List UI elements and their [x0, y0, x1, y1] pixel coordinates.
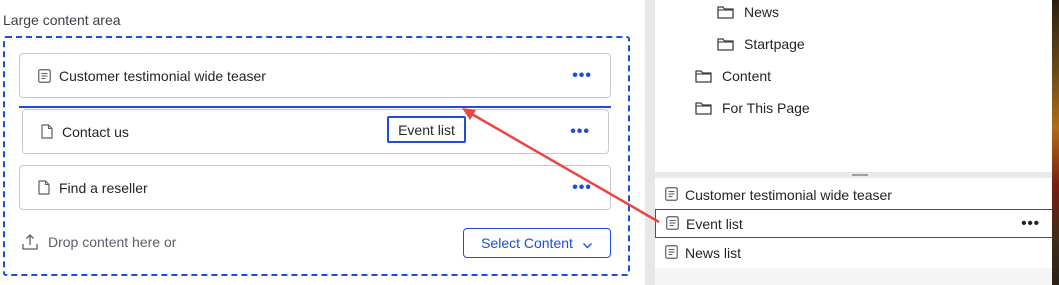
folder-tree: News Startpage Content For This Page: [655, 0, 1053, 172]
asset-item-label: Event list: [686, 215, 743, 232]
drag-preview-chip: Event list: [387, 116, 466, 143]
content-block-find-a-reseller[interactable]: Find a reseller •••: [19, 165, 611, 210]
vertical-splitter[interactable]: [645, 0, 655, 285]
drop-position-indicator: [19, 106, 611, 108]
tree-item-startpage[interactable]: Startpage: [717, 36, 805, 52]
tree-item-label: Startpage: [744, 36, 805, 52]
tree-item-for-this-page[interactable]: For This Page: [695, 100, 810, 116]
page-icon: [37, 180, 51, 196]
folder-icon: [717, 5, 734, 19]
content-block-label: Customer testimonial wide teaser: [59, 67, 266, 84]
chevron-down-icon: [582, 238, 593, 249]
asset-item-news-list[interactable]: News list: [655, 238, 1053, 267]
block-icon: [666, 216, 680, 231]
background-edge: [1052, 0, 1059, 285]
more-options-icon[interactable]: •••: [570, 123, 590, 141]
more-options-icon[interactable]: •••: [1021, 215, 1040, 232]
splitter-grip-icon: [852, 174, 868, 176]
tree-item-content[interactable]: Content: [695, 68, 771, 84]
folder-icon: [695, 101, 712, 115]
folder-icon: [717, 37, 734, 51]
more-options-icon[interactable]: •••: [572, 67, 592, 85]
upload-icon: [21, 233, 39, 251]
select-content-button[interactable]: Select Content: [463, 228, 611, 258]
block-icon: [665, 187, 679, 202]
assets-pane: News Startpage Content For This Page Cus…: [655, 0, 1059, 285]
content-block-label: Find a reseller: [59, 179, 148, 196]
asset-item-customer-testimonial[interactable]: Customer testimonial wide teaser: [655, 180, 1053, 209]
asset-item-label: Customer testimonial wide teaser: [685, 186, 892, 203]
more-options-icon[interactable]: •••: [572, 179, 592, 197]
block-icon: [37, 68, 51, 84]
content-block-label: Contact us: [62, 123, 129, 140]
content-block-customer-testimonial[interactable]: Customer testimonial wide teaser •••: [19, 53, 611, 98]
tree-item-news[interactable]: News: [717, 4, 779, 20]
folder-icon: [695, 69, 712, 83]
drop-hint-text: Drop content here or: [48, 234, 177, 250]
content-area-title: Large content area: [3, 12, 121, 28]
tree-item-label: Content: [722, 68, 772, 84]
select-content-label: Select Content: [481, 235, 573, 251]
asset-item-label: News list: [685, 244, 742, 261]
block-icon: [665, 245, 679, 260]
page-icon: [40, 124, 54, 140]
drop-hint: Drop content here or: [21, 233, 176, 251]
content-area-pane: Large content area Customer testimonial …: [0, 0, 645, 285]
asset-list: Customer testimonial wide teaser Event l…: [655, 178, 1053, 268]
asset-item-event-list[interactable]: Event list •••: [655, 209, 1053, 238]
tree-item-label: For This Page: [722, 100, 810, 116]
content-block-contact-us[interactable]: Contact us •••: [22, 109, 609, 154]
tree-item-label: News: [744, 4, 780, 20]
